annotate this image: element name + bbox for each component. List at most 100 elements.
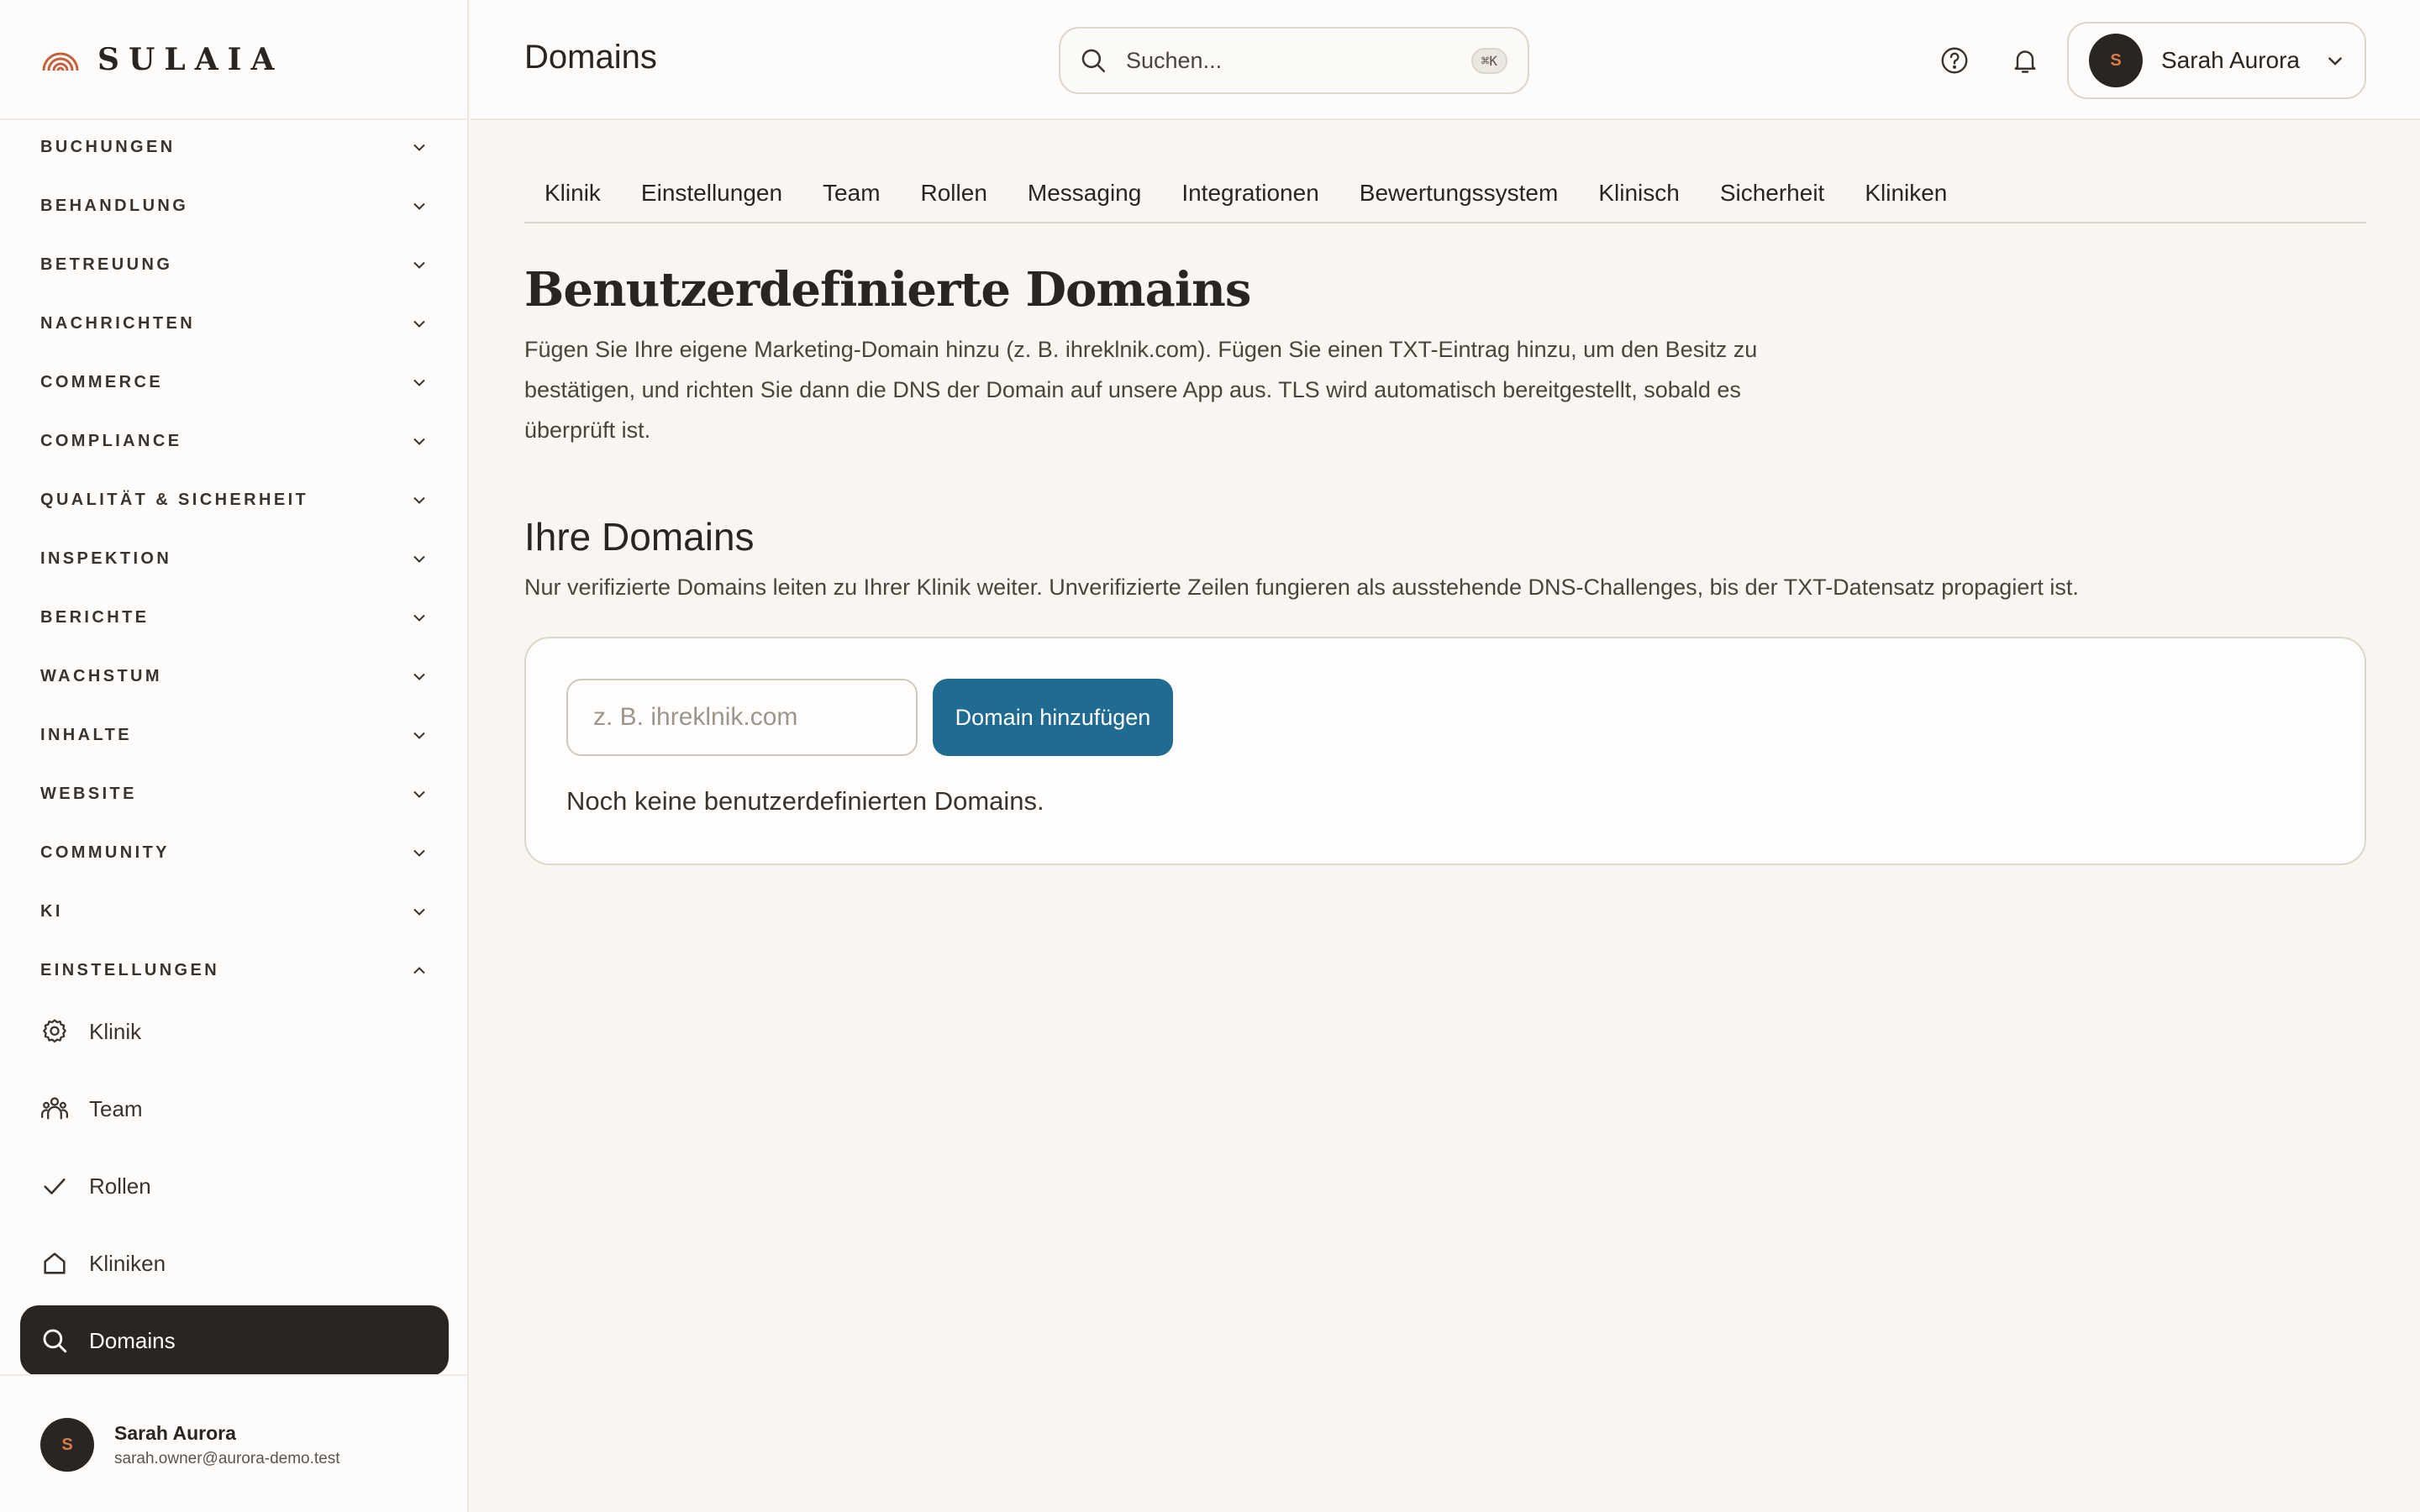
tab-team[interactable]: Team <box>802 168 900 222</box>
nav-section-label: BETREUUNG <box>40 255 173 274</box>
search-input[interactable] <box>1126 35 1471 86</box>
nav-section-label: INSPEKTION <box>40 549 172 568</box>
top-header: Domains ⌘K S Sarah Aurora <box>471 0 2420 120</box>
sidebar-divider <box>0 1374 467 1376</box>
chevron-down-icon <box>413 261 425 269</box>
tab-rollen[interactable]: Rollen <box>901 168 1007 222</box>
sidebar-item-label: Team <box>89 1095 143 1121</box>
sidebar-user-card[interactable]: S Sarah Aurora sarah.owner@aurora-demo.t… <box>40 1418 340 1472</box>
nav-section-betreuung[interactable]: BETREUUNG <box>0 235 467 294</box>
intro-line: bestätigen, und richten Sie dann die DNS… <box>524 377 1741 402</box>
chevron-up-icon <box>413 966 425 974</box>
section-heading: Benutzerdefinierte Domains <box>524 262 1251 318</box>
chevron-down-icon <box>413 732 425 739</box>
nav-section-label: WEBSITE <box>40 784 137 803</box>
sidebar-item-kliniken[interactable]: Kliniken <box>20 1228 449 1299</box>
sidebar-item-klinik[interactable]: Klinik <box>20 996 449 1067</box>
nav-section-label: EINSTELLUNGEN <box>40 960 220 979</box>
tab-einstellungen[interactable]: Einstellungen <box>621 168 802 222</box>
bell-icon <box>2014 50 2036 73</box>
nav-section-ki[interactable]: KI <box>0 882 467 941</box>
nav-section-commerce[interactable]: COMMERCE <box>0 353 467 412</box>
tab-kliniken[interactable]: Kliniken <box>1844 168 1967 222</box>
nav-section-label: BEHANDLUNG <box>40 196 189 215</box>
tab-bewertungssystem[interactable]: Bewertungssystem <box>1339 168 1579 222</box>
nav-section-label: INHALTE <box>40 725 132 744</box>
chevron-down-icon <box>413 614 425 622</box>
chevron-down-icon <box>413 908 425 916</box>
rainbow-logo-icon <box>42 52 79 71</box>
tab-messaging[interactable]: Messaging <box>1007 168 1161 222</box>
sidebar-item-label: Kliniken <box>89 1250 166 1276</box>
settings-tabs: Klinik Einstellungen Team Rollen Messagi… <box>524 168 2366 223</box>
sidebar-item-label: Klinik <box>89 1018 142 1044</box>
sidebar-item-rollen[interactable]: Rollen <box>20 1151 449 1221</box>
sidebar-item-label: Domains <box>89 1327 176 1353</box>
tab-integrationen[interactable]: Integrationen <box>1161 168 1339 222</box>
shortcut-badge: ⌘K <box>1470 47 1507 74</box>
sidebar-item-team[interactable]: Team <box>20 1074 449 1144</box>
nav-section-wachstum[interactable]: WACHSTUM <box>0 647 467 706</box>
nav-section-label: WACHSTUM <box>40 666 162 685</box>
chevron-down-icon <box>413 320 425 328</box>
brand-name: SULAIA <box>97 42 284 77</box>
domains-card: Domain hinzufügen Noch keine benutzerdef… <box>524 637 2366 865</box>
users-icon <box>40 1097 69 1120</box>
empty-state: Noch keine benutzerdefinierten Domains. <box>566 786 1044 816</box>
intro-line: Fügen Sie Ihre eigene Marketing-Domain h… <box>524 337 1758 362</box>
home-icon <box>44 1252 66 1274</box>
avatar: S <box>40 1418 94 1472</box>
user-info: Sarah Aurora sarah.owner@aurora-demo.tes… <box>114 1422 340 1468</box>
sidebar: SULAIA BUCHUNGEN BEHANDLUNG BETREUUNG NA… <box>0 0 469 1512</box>
nav-section-label: COMMERCE <box>40 372 164 391</box>
chevron-down-icon <box>413 849 425 857</box>
nav-section-community[interactable]: COMMUNITY <box>0 823 467 882</box>
chevron-down-icon <box>413 496 425 504</box>
nav-section-website[interactable]: WEBSITE <box>0 764 467 823</box>
chevron-down-icon <box>413 202 425 210</box>
search-icon <box>1081 49 1106 73</box>
sidebar-item-label: Rollen <box>89 1173 151 1199</box>
help-icon <box>1941 47 1968 74</box>
nav-section-behandlung[interactable]: BEHANDLUNG <box>0 176 467 235</box>
sidebar-item-domains[interactable]: Domains <box>20 1305 449 1376</box>
nav-section-label: QUALITÄT & SICHERHEIT <box>40 490 309 509</box>
avatar: S <box>2089 34 2143 87</box>
chevron-down-icon <box>413 555 425 563</box>
intro-text: Fügen Sie Ihre eigene Marketing-Domain h… <box>524 329 1835 450</box>
nav-section-label: COMPLIANCE <box>40 431 182 450</box>
nav-section-qualitaet-sicherheit[interactable]: QUALITÄT & SICHERHEIT <box>0 470 467 529</box>
domain-input[interactable] <box>566 679 918 756</box>
user-menu-button[interactable]: S Sarah Aurora <box>2067 22 2366 99</box>
nav-section-label: COMMUNITY <box>40 843 170 862</box>
nav-section-compliance[interactable]: COMPLIANCE <box>0 412 467 470</box>
nav-section-label: NACHRICHTEN <box>40 313 196 333</box>
check-icon <box>44 1178 66 1194</box>
user-menu-name: Sarah Aurora <box>2161 47 2300 73</box>
global-search[interactable]: ⌘K <box>1059 27 1529 94</box>
search-icon <box>43 1329 67 1353</box>
nav-section-label: BERICHTE <box>40 607 150 627</box>
chevron-down-icon <box>413 144 425 151</box>
tab-klinik[interactable]: Klinik <box>524 168 621 222</box>
nav-section-nachrichten[interactable]: NACHRICHTEN <box>0 294 467 353</box>
brand-logo[interactable]: SULAIA <box>40 42 283 77</box>
tab-sicherheit[interactable]: Sicherheit <box>1700 168 1845 222</box>
page-title: Domains <box>524 39 657 76</box>
user-name: Sarah Aurora <box>114 1421 236 1444</box>
nav-section-buchungen[interactable]: BUCHUNGEN <box>0 118 467 176</box>
nav-section-inspektion[interactable]: INSPEKTION <box>0 529 467 588</box>
notifications-button[interactable] <box>2003 39 2047 82</box>
chevron-down-icon <box>2328 56 2343 66</box>
nav-section-label: BUCHUNGEN <box>40 137 176 156</box>
help-button[interactable] <box>1933 39 1976 82</box>
tab-klinisch[interactable]: Klinisch <box>1578 168 1699 222</box>
nav-section-berichte[interactable]: BERICHTE <box>0 588 467 647</box>
nav-section-inhalte[interactable]: INHALTE <box>0 706 467 764</box>
chevron-down-icon <box>413 438 425 445</box>
chevron-down-icon <box>413 379 425 386</box>
user-email: sarah.owner@aurora-demo.test <box>114 1449 340 1467</box>
nav-section-einstellungen[interactable]: EINSTELLUNGEN <box>0 941 467 1000</box>
add-domain-button[interactable]: Domain hinzufügen <box>933 679 1173 756</box>
chevron-down-icon <box>413 673 425 680</box>
